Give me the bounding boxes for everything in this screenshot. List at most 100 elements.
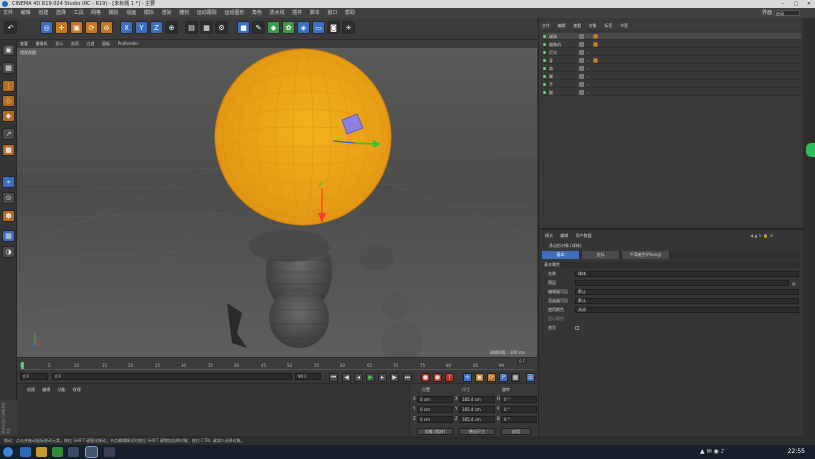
tab-basic[interactable]: 基本	[542, 251, 580, 259]
attr-menu-userdata[interactable]: 用户数据	[576, 233, 592, 238]
workplane-icon[interactable]: ⊙	[2, 192, 15, 204]
coord-size-mode-select[interactable]: 绝对尺寸	[459, 428, 495, 435]
menu-character[interactable]: 角色	[249, 8, 265, 18]
timeline-end-frame[interactable]: 0 F	[517, 359, 528, 364]
coord-mode-select[interactable]: 对象 (相对)	[417, 428, 453, 435]
menu-animate[interactable]: 动画	[123, 8, 139, 18]
viewport-menu-prorender[interactable]: ProRender	[115, 40, 142, 48]
object-row[interactable]: 身 ✓	[543, 57, 801, 64]
axis-mode-icon[interactable]: ↗	[2, 128, 15, 140]
visibility-check-icon[interactable]: ✓	[587, 33, 590, 40]
menu-snap[interactable]: 捕捉	[106, 8, 122, 18]
visibility-check-icon[interactable]: ✓	[587, 73, 590, 80]
size-z-field[interactable]: 185.4 cm	[459, 416, 495, 423]
om-menu-bookmarks[interactable]: 书签	[617, 22, 631, 30]
layer-field[interactable]	[575, 280, 789, 286]
world-icon[interactable]: ⊕	[165, 21, 178, 34]
tray-icons[interactable]: ▲ ✉ ◉ ♪	[700, 448, 724, 455]
visibility-check-icon[interactable]: ✓	[587, 57, 590, 64]
undo-icon[interactable]: ↶	[4, 21, 17, 34]
play-icon[interactable]: ▶	[366, 373, 375, 382]
visibility-check-icon[interactable]: ✓	[587, 65, 590, 72]
recent-icon[interactable]: ⊘	[100, 21, 113, 34]
taskbar-app-icon[interactable]	[68, 447, 79, 457]
object-row[interactable]: 腿 ✓	[543, 89, 801, 96]
menu-tracking[interactable]: 运动跟踪	[194, 8, 220, 18]
menu-tools[interactable]: 工具	[70, 8, 86, 18]
position-z-field[interactable]: 0 cm	[417, 416, 453, 423]
layer-reset-icon[interactable]: ◎	[792, 280, 796, 288]
viewport-menu-camera[interactable]: 摄像机	[33, 40, 51, 48]
prev-key-icon[interactable]: ◀	[342, 373, 351, 382]
position-x-field[interactable]: 0 cm	[417, 396, 453, 403]
menu-mesh[interactable]: 网格	[88, 8, 104, 18]
attr-menu-edit[interactable]: 编辑	[560, 233, 568, 238]
use-color-select[interactable]: 关闭	[575, 307, 799, 313]
y-axis-icon[interactable]: Y	[135, 21, 148, 34]
attr-menu-mode[interactable]: 模式	[545, 233, 553, 238]
viewport-menu-view[interactable]: 查看	[17, 40, 31, 48]
object-row[interactable]: 摄像机	[543, 41, 801, 48]
taskbar-app2-icon[interactable]	[104, 447, 115, 457]
render-view-icon[interactable]: ▤	[185, 21, 198, 34]
maximize-icon[interactable]: □	[790, 0, 802, 8]
menu-simulate[interactable]: 模拟	[141, 8, 157, 18]
array-icon[interactable]: ✿	[282, 21, 295, 34]
record-icon[interactable]: ●	[421, 373, 430, 382]
model-mode-icon[interactable]: ▣	[2, 44, 15, 56]
menu-edit[interactable]: 编辑	[18, 8, 34, 18]
prev-frame-icon[interactable]: ◂	[354, 373, 363, 382]
camera-icon[interactable]: ◙	[327, 21, 340, 34]
material-tag-icon[interactable]	[593, 34, 598, 39]
timeline-menu-icon[interactable]: ☰	[526, 373, 535, 382]
object-row[interactable]: 肩 ✓	[543, 65, 801, 72]
z-axis-icon[interactable]: Z	[150, 21, 163, 34]
viewport-menu-panel[interactable]: 面板	[99, 40, 113, 48]
render-visible-select[interactable]: 默认	[575, 298, 799, 304]
key-rot-icon[interactable]: ⟳	[487, 373, 496, 382]
object-row[interactable]: 手 ✓	[543, 81, 801, 88]
menu-script[interactable]: 脚本	[307, 8, 323, 18]
attr-nav-icons[interactable]: ◀ ▲ ↻ 🔒 ⊞	[750, 232, 810, 240]
menu-mograph[interactable]: 运动图形	[221, 8, 247, 18]
menu-pipeline[interactable]: 流水线	[267, 8, 288, 18]
visibility-check-icon[interactable]: ✓	[587, 49, 590, 56]
object-row[interactable]: 球体 ✓	[543, 33, 801, 40]
pen-icon[interactable]: ✎	[252, 21, 265, 34]
max-frame-field[interactable]: 90 F	[295, 373, 321, 380]
visibility-check-icon[interactable]: ✓	[587, 89, 590, 96]
render-icon[interactable]: ▦	[200, 21, 213, 34]
rotation-b-field[interactable]: 0 °	[501, 416, 537, 423]
object-row[interactable]: 灯光 ✓	[543, 49, 801, 56]
menu-sculpt[interactable]: 雕刻	[176, 8, 192, 18]
taskbar-explorer-icon[interactable]	[36, 447, 47, 457]
object-mode-icon[interactable]: ■	[2, 144, 15, 156]
grid-icon[interactable]: ▦	[2, 230, 15, 242]
om-menu-edit[interactable]: 编辑	[555, 22, 569, 30]
menu-render[interactable]: 渲染	[158, 8, 174, 18]
rotation-p-field[interactable]: 0 °	[501, 406, 537, 413]
apply-button[interactable]: 应用	[501, 428, 531, 435]
polygons-mode-icon[interactable]: ◆	[2, 110, 15, 122]
rotation-h-field[interactable]: 0 °	[501, 396, 537, 403]
visibility-check-icon[interactable]: ✓	[587, 81, 590, 88]
edges-mode-icon[interactable]: ◇	[2, 95, 15, 107]
auto-key-icon[interactable]: ●	[433, 373, 442, 382]
side-tab-icon[interactable]	[806, 143, 815, 157]
goto-end-icon[interactable]: ⏭	[403, 373, 412, 382]
menu-plugins[interactable]: 插件	[289, 8, 305, 18]
key-pos-icon[interactable]: ✛	[463, 373, 472, 382]
x-axis-icon[interactable]: X	[120, 21, 133, 34]
light-icon[interactable]: ☀	[342, 21, 355, 34]
texture-mode-icon[interactable]: ▩	[2, 62, 15, 74]
menu-help[interactable]: 帮助	[342, 8, 358, 18]
object-row[interactable]: 臂 ✓	[543, 73, 801, 80]
start-icon[interactable]	[3, 447, 13, 457]
snap-icon[interactable]: ⌖	[2, 176, 15, 188]
next-key-icon[interactable]: ▶	[390, 373, 399, 382]
key-scale-icon[interactable]: ▣	[475, 373, 484, 382]
deformer-icon[interactable]: ◈	[297, 21, 310, 34]
menu-file[interactable]: 文件	[0, 8, 16, 18]
viewport-menu-filter[interactable]: 过滤	[83, 40, 97, 48]
current-frame-slider[interactable]: 0 F	[52, 373, 292, 380]
